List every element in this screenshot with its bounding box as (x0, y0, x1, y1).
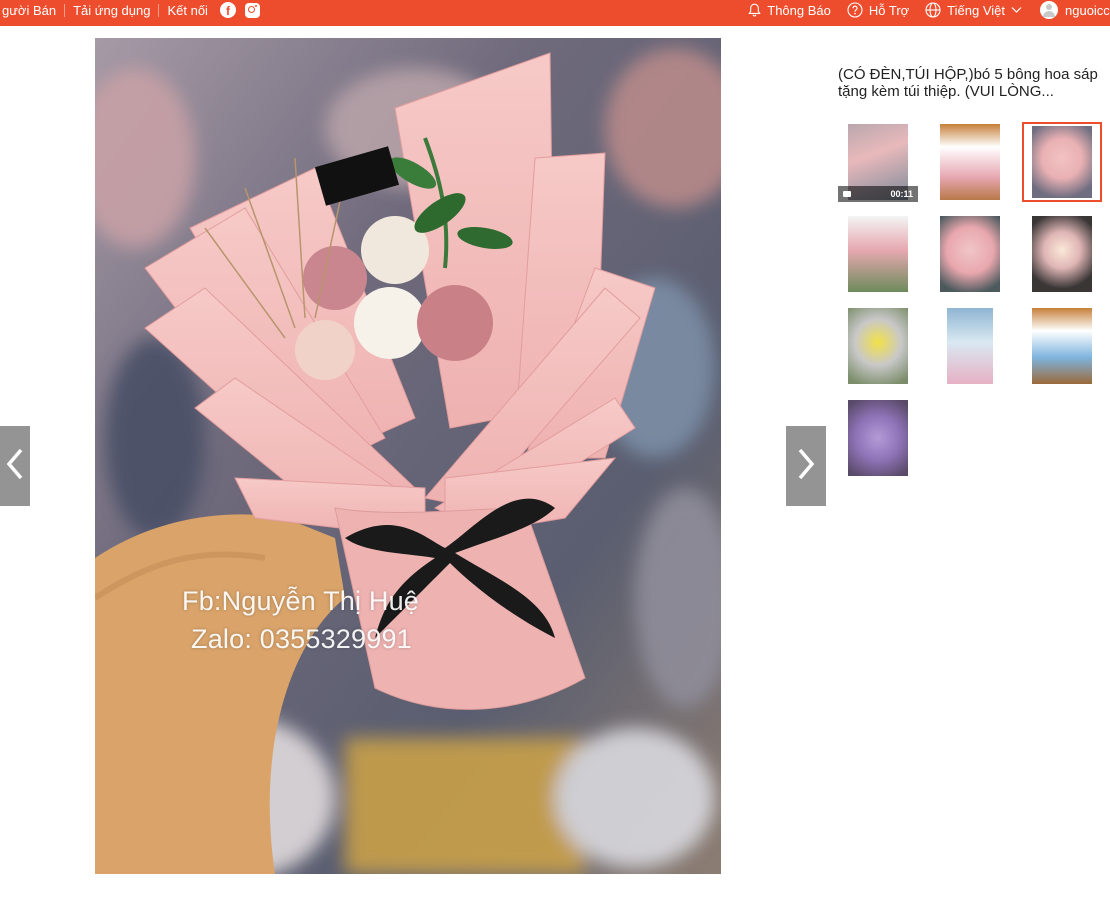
thumbnail-image (940, 216, 1000, 292)
username-label: nguoicc (1065, 2, 1110, 18)
thumbnail[interactable] (838, 306, 918, 386)
help-link[interactable]: Hỗ Trợ (847, 2, 909, 18)
product-title: (CÓ ĐÈN,TÚI HỘP,)bó 5 bông hoa sáp tặng … (838, 66, 1110, 100)
bell-icon (748, 3, 761, 17)
prev-image-button[interactable] (0, 426, 30, 506)
chevron-right-icon (796, 447, 816, 486)
product-main-image[interactable]: Fb:Nguyễn Thị Huệ Zalo: 0355329991 (95, 38, 721, 874)
globe-icon (925, 2, 941, 18)
thumbnail-image (1032, 126, 1092, 198)
video-duration: 00:11 (890, 189, 913, 199)
thumbnail[interactable] (1022, 214, 1102, 294)
thumbnail-image (940, 124, 1000, 200)
video-duration-bar: 00:11 (838, 186, 918, 202)
account-menu[interactable]: nguoicc (1040, 1, 1110, 19)
help-label: Hỗ Trợ (868, 2, 910, 18)
download-app-link[interactable]: Tải ứng dụng (65, 3, 158, 18)
connect-label: Kết nối (167, 2, 208, 18)
language-selector[interactable]: Tiếng Việt (925, 2, 1022, 18)
navbar-right: Thông Báo Hỗ Trợ Tiếng Việt nguoicc (748, 0, 1110, 20)
thumbnail-image (848, 216, 908, 292)
help-icon (847, 2, 863, 18)
thumbnail[interactable] (838, 398, 918, 478)
video-camera-icon (843, 191, 851, 197)
avatar (1040, 1, 1058, 19)
instagram-icon[interactable] (244, 2, 260, 18)
thumbnail[interactable] (930, 306, 1010, 386)
thumbnail[interactable] (930, 214, 1010, 294)
social-links: f (219, 2, 260, 18)
product-title-text: (CÓ ĐÈN,TÚI HỘP,)bó 5 bông hoa sáp tặng … (838, 66, 1098, 100)
navbar-left: gười Bán Tải ứng dụng Kết nối f (0, 0, 260, 20)
next-image-button[interactable] (786, 426, 826, 506)
thumbnail-active[interactable] (1022, 122, 1102, 202)
thumbnail-image (848, 400, 908, 476)
chevron-left-icon (5, 447, 25, 486)
notifications-label: Thông Báo (767, 2, 831, 18)
top-navbar: gười Bán Tải ứng dụng Kết nối f Thông Bá… (0, 0, 1110, 26)
thumbnail-image (1032, 308, 1092, 384)
watermark-zalo: Zalo: 0355329991 (191, 624, 412, 654)
thumbnail-image (848, 308, 908, 384)
thumbnail[interactable] (1022, 306, 1102, 386)
notifications-link[interactable]: Thông Báo (748, 3, 831, 18)
watermark-facebook: Fb:Nguyễn Thị Huệ (182, 586, 420, 616)
language-label: Tiếng Việt (947, 2, 1005, 18)
bouquet-photo (95, 38, 721, 874)
seller-channel-link[interactable]: gười Bán (0, 3, 64, 18)
facebook-icon[interactable]: f (219, 2, 236, 18)
thumbnail-image (1032, 216, 1092, 292)
thumbnail[interactable] (930, 122, 1010, 202)
thumbnail-video[interactable]: 00:11 (838, 122, 918, 202)
thumbnail[interactable] (838, 214, 918, 294)
chevron-down-icon (1011, 6, 1022, 14)
thumbnail-image (947, 308, 993, 384)
